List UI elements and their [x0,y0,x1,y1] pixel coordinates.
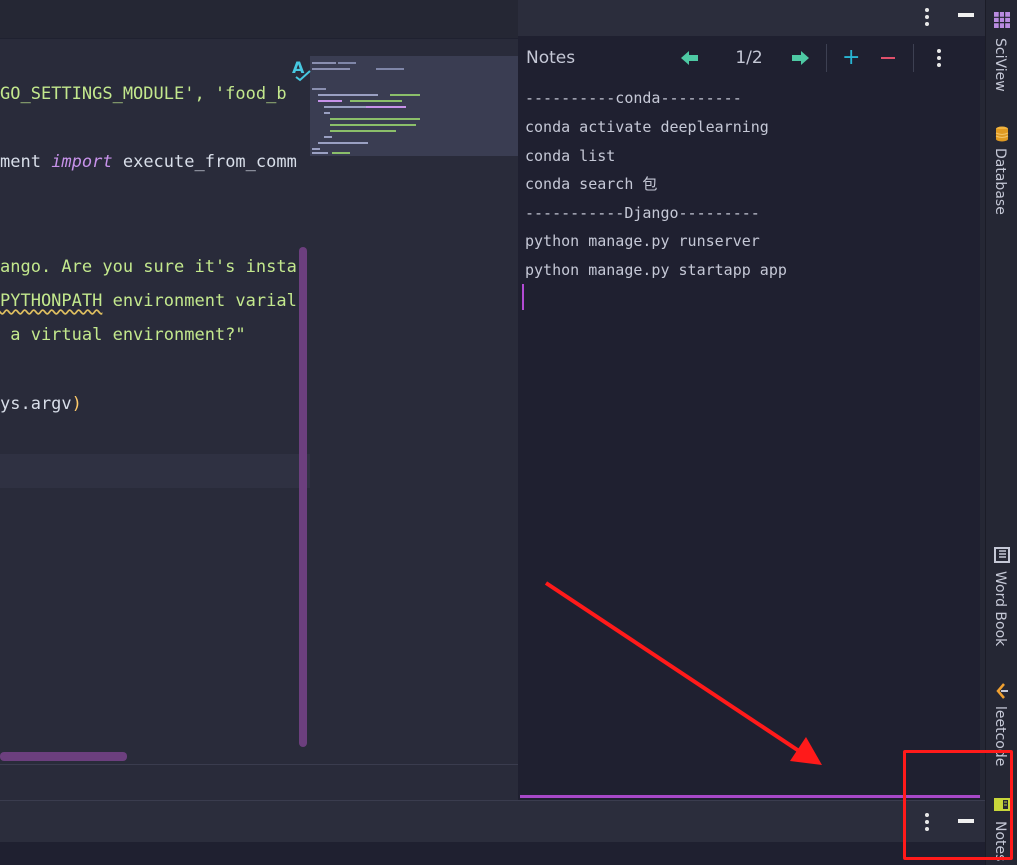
note-line: conda activate deeplearning [525,118,769,136]
previous-page-arrow-icon[interactable] [681,50,699,66]
code-line: ment import execute_from_comm [0,152,297,172]
tool-database[interactable]: Database [986,124,1017,224]
page-indicator: 1/2 [735,48,763,68]
tool-window-strip: SciView Database Word Book leetcode Note… [985,0,1017,865]
code-string-typo: PYTHONPATH [0,291,103,311]
current-line-highlight [0,454,310,488]
tool-label: Word Book [992,571,1008,647]
horizontal-scrollbar[interactable] [0,752,127,761]
code-line: a virtual environment?" [0,325,246,345]
notes-menu-icon[interactable] [935,49,943,67]
grid-icon [994,12,1010,28]
code-string: ango. Are you sure it's insta [0,257,297,277]
note-line: -----------Django--------- [525,204,760,222]
tool-word-book[interactable]: Word Book [986,545,1017,655]
code-keyword: import [51,152,113,172]
code-line: ys.argv) [0,394,82,414]
add-note-icon[interactable]: + [842,47,860,69]
more-options-icon[interactable] [923,8,931,26]
code-editor[interactable]: GO_SETTINGS_MODULE', 'food_b ment import… [0,0,518,800]
database-icon [995,126,1009,142]
toolbar-divider [913,44,914,72]
code-string: a virtual environment?" [0,325,246,345]
minimize-icon[interactable] [958,13,974,17]
note-line: conda search 包 [525,175,658,193]
remove-note-icon[interactable] [881,57,895,59]
code-paren: ) [71,394,82,414]
text-caret [522,284,524,310]
tool-sciview[interactable]: SciView [986,8,1017,98]
spellcheck-icon[interactable]: A [290,58,314,82]
code-line: GO_SETTINGS_MODULE', 'food_b [0,84,287,104]
code-string: GO_SETTINGS_MODULE', 'food_b [0,84,287,104]
next-page-arrow-icon[interactable] [791,50,809,66]
note-line: python manage.py runserver [525,232,760,250]
code-minimap[interactable] [310,56,518,156]
code-text: execute_from_comm [112,152,297,172]
toolbar-divider [826,44,827,72]
annotation-arrow [544,581,822,765]
bottom-tool-panel-header [0,800,985,843]
notes-title: Notes [526,48,576,68]
vertical-scrollbar[interactable] [299,247,307,747]
scrollbar-track [0,764,518,765]
leetcode-icon [996,683,1008,699]
svg-text:A: A [292,58,305,77]
code-line: PYTHONPATH environment varial [0,291,297,311]
note-line: ----------conda--------- [525,89,742,107]
notes-panel-header [518,0,985,36]
editor-tab-bar [0,0,518,39]
book-icon [994,547,1010,563]
annotation-highlight-box [903,750,1013,860]
code-string: environment varial [102,291,297,311]
status-bar [0,842,985,865]
code-text: ys.argv [0,394,72,414]
tool-label: SciView [992,38,1008,92]
tool-label: Database [992,148,1008,215]
note-line: python manage.py startapp app [525,261,787,279]
note-line: conda list [525,147,616,165]
code-line: ango. Are you sure it's insta [0,257,297,277]
code-text: ment [0,152,52,172]
